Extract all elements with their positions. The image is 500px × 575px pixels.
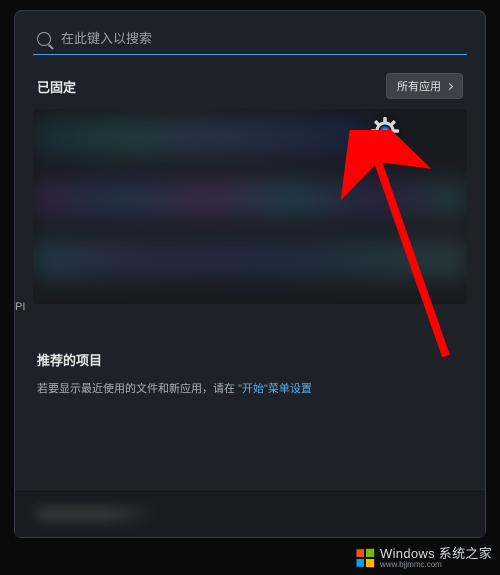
start-menu-settings-link[interactable]: "开始"菜单设置	[238, 383, 312, 395]
settings-app-tile[interactable]: 设置	[357, 117, 413, 165]
watermark-main: Windows 系统之家	[380, 547, 492, 560]
watermark-text: Windows 系统之家 www.bjjmmc.com	[380, 547, 492, 569]
blurred-user	[37, 507, 157, 521]
windows-logo-icon	[357, 549, 375, 568]
recommended-text: 若要显示最近使用的文件和新应用，请在 "开始"菜单设置	[37, 381, 463, 398]
watermark-sub: www.bjjmmc.com	[380, 561, 492, 569]
recommended-prefix: 若要显示最近使用的文件和新应用，请在	[37, 383, 235, 395]
user-bar	[15, 489, 485, 537]
blurred-row	[33, 179, 467, 219]
chevron-right-icon	[446, 82, 453, 89]
pinned-header: 已固定 所有应用	[37, 73, 463, 99]
truncated-label: PI	[15, 301, 25, 313]
recommended-section: 推荐的项目 若要显示最近使用的文件和新应用，请在 "开始"菜单设置	[33, 350, 467, 398]
start-menu-panel: 已固定 所有应用	[14, 10, 486, 538]
search-input[interactable]	[61, 31, 463, 46]
search-box[interactable]	[33, 23, 467, 55]
settings-label: 设置	[375, 150, 395, 165]
pinned-apps-grid: 设置	[33, 109, 467, 304]
pinned-title: 已固定	[37, 77, 76, 96]
gear-icon	[371, 117, 399, 145]
blurred-row	[33, 239, 467, 279]
watermark: Windows 系统之家 www.bjjmmc.com	[356, 547, 492, 569]
all-apps-button[interactable]: 所有应用	[386, 73, 463, 99]
recommended-title: 推荐的项目	[37, 350, 463, 369]
search-icon	[37, 32, 51, 46]
all-apps-label: 所有应用	[397, 78, 441, 94]
